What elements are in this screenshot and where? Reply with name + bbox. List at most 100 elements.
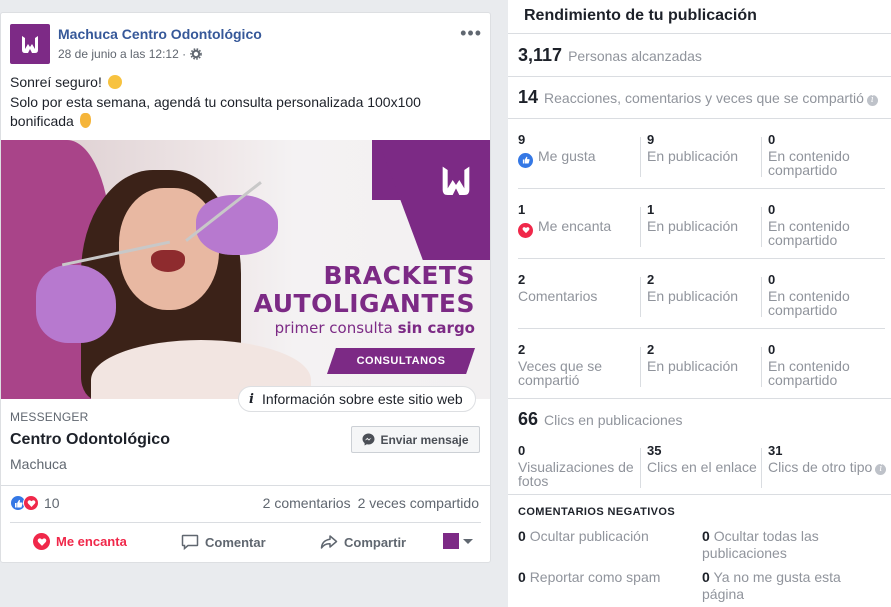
column-separator <box>640 207 641 247</box>
divider <box>508 398 891 399</box>
comments-count-link[interactable]: 2 comentarios <box>263 495 351 511</box>
engagement-value: 14 <box>518 87 539 107</box>
post-text-line2: Solo por esta semana, agendá tu consulta… <box>10 93 421 110</box>
chevron-down-icon <box>463 538 473 544</box>
ad-subline-bold: sin cargo <box>397 319 475 337</box>
photo-views: 0 Visualizaciones de fotos <box>518 444 640 489</box>
info-icon[interactable]: i <box>875 464 887 475</box>
share-button-label: Compartir <box>344 534 407 550</box>
love-button[interactable]: Me encanta <box>33 533 127 550</box>
other-clicks-label: Clics de otro tipo <box>768 459 873 475</box>
link-clicks-label: Clics en el enlace <box>647 459 757 475</box>
post-timestamp[interactable]: 28 de junio a las 12:12 · <box>58 47 186 61</box>
smile-emoji-icon <box>107 75 122 89</box>
shares-shared: 0 En contenido compartido <box>768 343 888 388</box>
comments-total: 2 Comentarios <box>518 272 640 304</box>
photo-views-label: Visualizaciones de fotos <box>518 459 634 489</box>
share-button[interactable]: Compartir <box>320 533 406 551</box>
gear-icon[interactable] <box>190 48 202 60</box>
ad-headline-line2: AUTOLIGANTES <box>253 289 475 318</box>
page-mini-avatar <box>443 533 459 549</box>
other-clicks-value: 31 <box>768 443 783 458</box>
info-icon: i <box>249 391 254 407</box>
loves-label: Me encanta <box>538 218 612 234</box>
likes-shared: 0 En contenido compartido <box>768 133 888 178</box>
hide-post-value: 0 <box>518 528 526 544</box>
column-separator <box>761 207 762 247</box>
post-meta: 28 de junio a las 12:12 · <box>58 47 202 61</box>
column-separator <box>640 347 641 387</box>
loves-shared: 0 En contenido compartido <box>768 202 888 248</box>
insights-panel: Rendimiento de tu publicación 3,117 Pers… <box>508 0 891 607</box>
reach-value: 3,117 <box>518 45 563 65</box>
shares-on-post-label: En publicación <box>647 358 739 374</box>
link-source-label: MESSENGER <box>10 410 89 424</box>
comments-on-post-value: 2 <box>647 272 655 287</box>
shares-on-post-value: 2 <box>647 342 655 357</box>
ad-image[interactable]: BRACKETS AUTOLIGANTES primer consulta si… <box>1 140 490 399</box>
comments-on-post-label: En publicación <box>647 288 739 304</box>
reach-label: Personas alcanzadas <box>568 48 702 64</box>
post-as-selector[interactable] <box>443 533 473 549</box>
share-icon <box>320 535 338 549</box>
post-body-text: Sonreí seguro! Solo por esta semana, age… <box>10 73 480 132</box>
site-info-button[interactable]: i Información sobre este sitio web <box>238 386 476 412</box>
comment-button[interactable]: Comentar <box>181 533 266 551</box>
divider <box>518 188 885 189</box>
report-spam-label: Reportar como spam <box>529 569 661 585</box>
likes-on-post-value: 9 <box>647 132 655 147</box>
link-title[interactable]: Centro Odontológico <box>10 431 170 449</box>
messenger-icon <box>362 433 375 446</box>
loves-shared-value: 0 <box>768 202 776 217</box>
other-clicks: 31 Clics de otro tipo i <box>768 444 888 475</box>
like-icon <box>518 152 533 168</box>
shares-count-link[interactable]: 2 veces compartido <box>358 495 479 511</box>
hide-all-value: 0 <box>702 528 710 544</box>
post-text-line1: Sonreí seguro! <box>10 74 102 90</box>
shares-shared-label: En contenido compartido <box>768 358 850 388</box>
comments-label: Comentarios <box>518 288 598 304</box>
comments-total-value: 2 <box>518 272 526 287</box>
ad-cta-banner: CONSULTANOS <box>327 348 475 374</box>
report-spam-stat: 0 Reportar como spam <box>518 569 698 586</box>
loves-on-post-value: 1 <box>647 202 655 217</box>
column-separator <box>761 137 762 177</box>
likes-total: 9 Me gusta <box>518 133 640 168</box>
divider <box>10 522 481 523</box>
column-separator <box>640 448 641 488</box>
shares-total: 2 Veces que se compartió <box>518 342 640 388</box>
column-separator <box>761 448 762 488</box>
glove-left <box>36 265 116 343</box>
reactions-summary[interactable]: 10 <box>10 495 60 511</box>
loves-total-value: 1 <box>518 202 526 217</box>
site-info-label: Información sobre este sitio web <box>261 391 463 407</box>
info-icon[interactable]: i <box>866 95 878 106</box>
loves-on-post-label: En publicación <box>647 218 739 234</box>
link-subtitle: Machuca <box>10 456 67 472</box>
page-name-link[interactable]: Machuca Centro Odontológico <box>58 26 262 42</box>
shares-label: Veces que se compartió <box>518 358 603 388</box>
send-message-label: Enviar mensaje <box>380 432 469 447</box>
love-icon <box>518 222 533 238</box>
column-separator <box>640 277 641 317</box>
clicks-label: Clics en publicaciones <box>544 412 683 428</box>
post-card: Machuca Centro Odontológico 28 de junio … <box>0 12 491 563</box>
send-message-button[interactable]: Enviar mensaje <box>351 426 480 453</box>
page-avatar[interactable] <box>10 24 50 64</box>
shares-total-value: 2 <box>518 342 526 357</box>
divider <box>508 494 891 495</box>
comment-button-label: Comentar <box>205 534 266 550</box>
loves-on-post: 1 En publicación <box>647 202 762 234</box>
post-header: Machuca Centro Odontológico 28 de junio … <box>10 24 482 68</box>
post-text-line3: bonificada <box>10 113 74 129</box>
loves-row: 1 Me encanta 1 En publicación 0 En conte… <box>518 203 885 273</box>
column-separator <box>761 347 762 387</box>
hide-all-label: Ocultar todas las publicaciones <box>702 528 819 561</box>
hide-post-label: Ocultar publicación <box>529 528 649 544</box>
post-actions: Me encanta Comentar Compartir <box>10 529 481 557</box>
comments-shared-label: En contenido compartido <box>768 288 850 318</box>
more-options-icon[interactable]: ••• <box>460 24 482 42</box>
love-button-label: Me encanta <box>56 534 127 549</box>
divider <box>1 485 490 486</box>
unlike-page-label: Ya no me gusta esta página <box>702 569 841 602</box>
